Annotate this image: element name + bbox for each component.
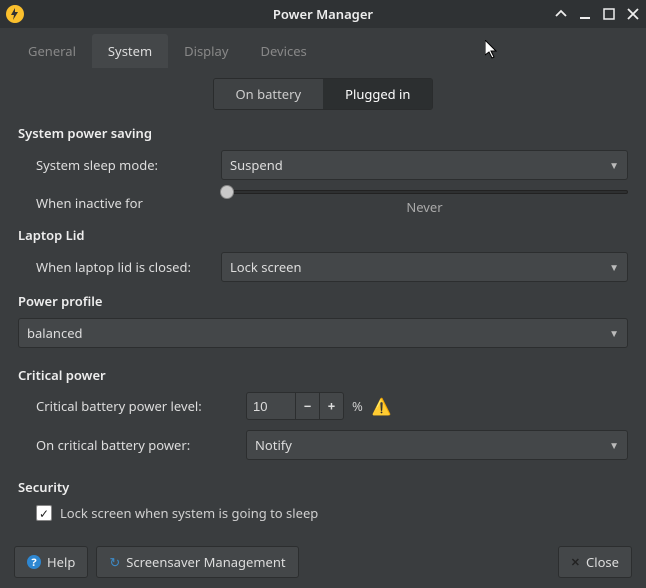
lid-closed-select[interactable]: Lock screen ▼ [221,252,628,282]
on-critical-value: Notify [255,436,292,454]
section-system-power-saving: System power saving [18,124,628,142]
sleep-mode-value: Suspend [230,156,283,174]
chevron-down-icon: ▼ [609,326,619,340]
lock-on-sleep-checkbox[interactable]: ✓ [36,505,52,521]
spinner-minus-button[interactable]: − [295,393,319,419]
refresh-icon: ↻ [109,553,120,571]
tab-devices[interactable]: Devices [244,34,322,68]
close-icon: ✕ [571,555,580,570]
sleep-mode-select[interactable]: Suspend ▼ [221,150,628,180]
tab-system[interactable]: System [92,34,168,68]
close-window-button[interactable] [626,7,640,21]
spinner-plus-button[interactable]: + [319,393,343,419]
critical-level-spinner[interactable]: − + [246,392,344,420]
section-power-profile: Power profile [18,292,628,310]
chevron-down-icon: ▼ [609,260,619,274]
slider-thumb[interactable] [220,185,234,199]
tab-bar: General System Display Devices [0,28,646,68]
power-mode-toggle: On battery Plugged in [18,78,628,110]
rollup-button[interactable] [554,7,568,21]
critical-level-label: Critical battery power level: [36,397,246,415]
inactive-value: Never [406,198,442,216]
on-critical-select[interactable]: Notify ▼ [246,430,628,460]
section-critical-power: Critical power [18,366,628,384]
content-area: On battery Plugged in System power savin… [0,68,646,536]
lid-closed-label: When laptop lid is closed: [36,258,221,276]
on-battery-toggle[interactable]: On battery [214,79,324,109]
maximize-button[interactable] [602,7,616,21]
screensaver-button[interactable]: ↻ Screensaver Management [96,546,298,578]
tab-display[interactable]: Display [168,34,244,68]
warning-icon: ⚠️ [371,395,393,417]
plugged-in-toggle[interactable]: Plugged in [323,79,432,109]
tab-general[interactable]: General [12,34,92,68]
on-critical-label: On critical battery power: [36,436,246,454]
close-label: Close [586,553,619,571]
sleep-mode-label: System sleep mode: [36,156,221,174]
section-security: Security [18,478,628,496]
close-button[interactable]: ✕ Close [558,546,632,578]
bolt-icon [6,5,24,23]
help-button[interactable]: ? Help [14,546,88,578]
titlebar: Power Manager [0,0,646,28]
power-profile-select[interactable]: balanced ▼ [18,318,628,348]
window-controls [554,7,640,21]
percent-unit: % [352,397,363,415]
inactive-label: When inactive for [36,194,221,212]
footer: ? Help ↻ Screensaver Management ✕ Close [0,536,646,588]
help-label: Help [47,553,75,571]
lock-on-sleep-label: Lock screen when system is going to slee… [60,504,318,522]
minimize-button[interactable] [578,7,592,21]
window-title: Power Manager [0,5,646,23]
chevron-down-icon: ▼ [609,438,619,452]
screensaver-label: Screensaver Management [126,553,285,571]
critical-level-input[interactable] [247,394,295,419]
help-icon: ? [27,555,41,569]
power-profile-value: balanced [27,324,83,342]
section-laptop-lid: Laptop Lid [18,226,628,244]
inactive-slider[interactable] [221,190,628,194]
chevron-down-icon: ▼ [609,158,619,172]
lid-closed-value: Lock screen [230,258,302,276]
power-manager-window: Power Manager General System Display Dev… [0,0,646,588]
